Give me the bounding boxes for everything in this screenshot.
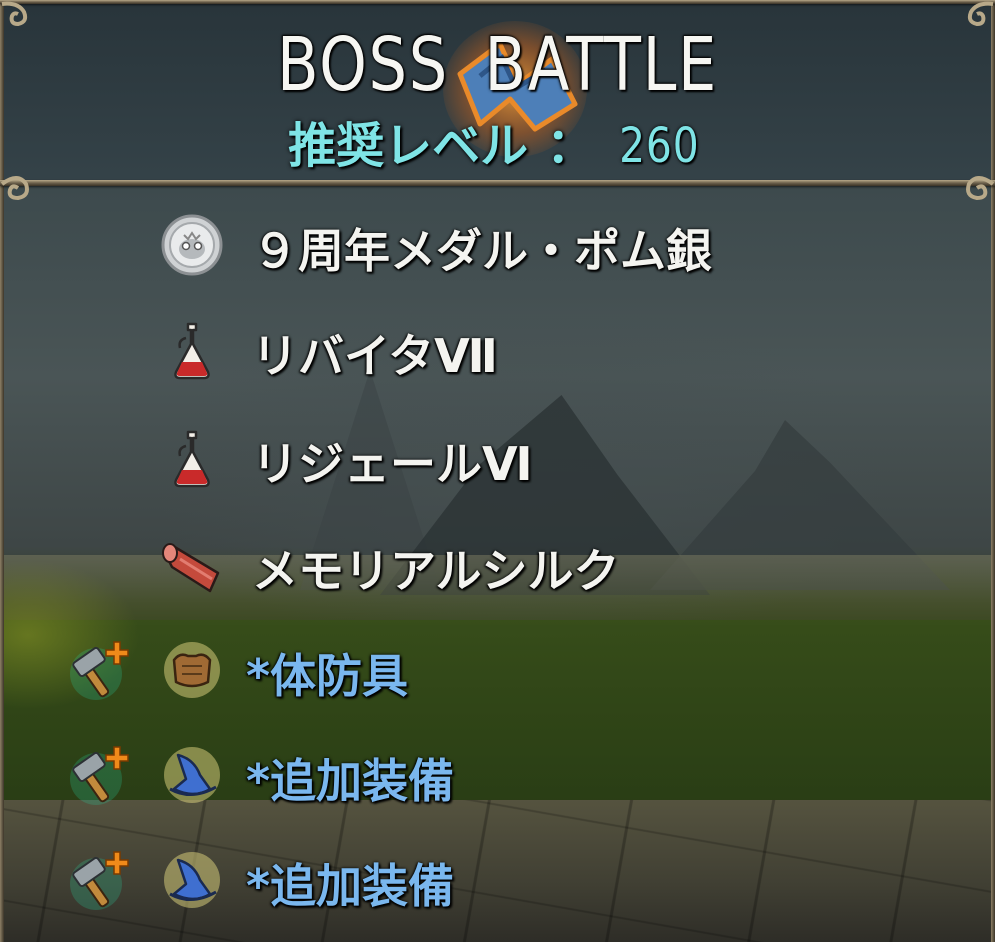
boss-battle-title: BOSS BATTLE (276, 22, 719, 108)
hammer-upgrade-icon (70, 851, 129, 910)
level-separator: ： (546, 118, 595, 174)
silver-medal-icon (161, 214, 223, 276)
hammer-upgrade-icon (70, 746, 129, 805)
recommended-level-label: 推奨レベル (288, 118, 529, 174)
potion-flask-icon (174, 430, 210, 488)
reward-label: *体防具 (246, 649, 409, 703)
potion-flask-icon (174, 322, 210, 380)
reward-label: リジェールⅥ (252, 437, 533, 491)
reward-row: ９周年メダル・ポム銀 (0, 205, 995, 285)
frame-corner-ornament (0, 176, 29, 201)
frame-corner-ornament (967, 1, 994, 27)
frame-corner-ornament (966, 176, 995, 201)
hammer-upgrade-icon (70, 641, 129, 700)
body-armor-icon (164, 642, 220, 698)
reward-row: *追加装備 (0, 840, 995, 920)
reward-label: リバイタⅦ (252, 329, 498, 383)
reward-label: ９周年メダル・ポム銀 (252, 224, 712, 278)
frame-corner-ornament (1, 1, 28, 27)
reward-row: *体防具 (0, 630, 995, 710)
recommended-level: 推奨レベル ： 260 (0, 106, 995, 176)
wizard-hat-icon (164, 852, 220, 908)
reward-label: *追加装備 (246, 754, 455, 808)
reward-label: *追加装備 (246, 859, 455, 913)
reward-row: メモリアルシルク (0, 525, 995, 605)
frame-top (0, 0, 995, 4)
silk-scroll-icon (162, 543, 220, 593)
reward-row: *追加装備 (0, 735, 995, 815)
reward-label: メモリアルシルク (252, 544, 620, 598)
reward-row: リバイタⅦ (0, 310, 995, 390)
recommended-level-value: 260 (619, 118, 700, 174)
battle-scene: BOSS BATTLE 推奨レベル ： 260 ９周年メダル・ポム銀 リバイタⅦ … (0, 0, 995, 942)
wizard-hat-icon (164, 747, 220, 803)
header-divider (0, 180, 995, 186)
boss-header-panel: BOSS BATTLE 推奨レベル ： 260 (0, 0, 995, 182)
reward-row: リジェールⅥ (0, 418, 995, 498)
